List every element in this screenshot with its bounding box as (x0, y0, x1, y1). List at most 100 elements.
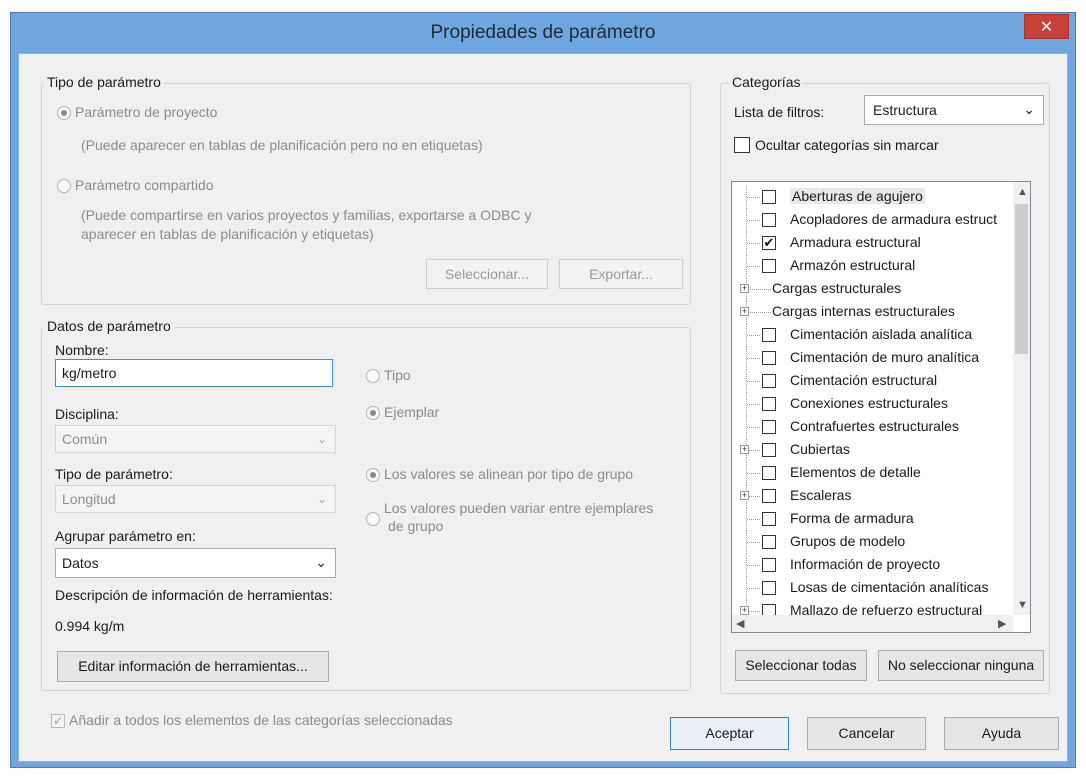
expand-icon[interactable]: + (740, 606, 749, 615)
expand-icon[interactable]: + (740, 307, 749, 316)
tree-line (747, 519, 760, 520)
category-item[interactable]: Elementos de detalle (732, 462, 1017, 485)
category-checkbox[interactable] (762, 443, 776, 457)
valores-alinean-radio[interactable] (366, 468, 380, 482)
title-bar[interactable]: Propiedades de parámetro ✕ (11, 13, 1075, 53)
category-item[interactable]: Grupos de modelo (732, 531, 1017, 554)
category-checkbox[interactable] (762, 213, 776, 227)
ocultar-label: Ocultar categorías sin marcar (755, 137, 939, 153)
category-item[interactable]: Cimentación aislada analítica (732, 324, 1017, 347)
category-label: Elementos de detalle (790, 464, 921, 480)
category-item[interactable]: Forma de armadura (732, 508, 1017, 531)
category-item[interactable]: Armazón estructural (732, 255, 1017, 278)
category-label: Cargas estructurales (772, 280, 902, 296)
category-item[interactable]: + Cargas internas estructurales (732, 301, 1017, 324)
seleccionar-todas-button[interactable]: Seleccionar todas (735, 650, 867, 681)
dialog-title: Propiedades de parámetro (430, 22, 656, 43)
parametro-compartido-radio[interactable] (57, 179, 71, 193)
exportar-button[interactable]: Exportar... (559, 259, 683, 289)
category-item[interactable]: Losas de cimentación analíticas (732, 577, 1017, 600)
horizontal-scrollbar[interactable]: ◀ ▶ (732, 615, 1013, 632)
aceptar-button[interactable]: Aceptar (670, 717, 789, 750)
parametro-compartido-description-line1: (Puede compartirse en varios proyectos y… (81, 207, 532, 223)
ayuda-button[interactable]: Ayuda (944, 717, 1059, 750)
parametro-proyecto-radio[interactable] (57, 106, 71, 120)
category-label: Forma de armadura (790, 510, 914, 526)
tree-line (747, 243, 760, 244)
valores-variar-radio[interactable] (366, 512, 380, 526)
lista-filtros-value: Estructura (873, 102, 937, 118)
category-checkbox[interactable] (762, 420, 776, 434)
category-checkbox[interactable] (762, 259, 776, 273)
scroll-down-icon[interactable]: ▼ (1017, 599, 1028, 611)
category-checkbox[interactable] (762, 351, 776, 365)
category-checkbox[interactable]: ✔ (762, 236, 776, 250)
dialog-body: Tipo de parámetro Parámetro de proyecto … (18, 53, 1068, 762)
no-seleccionar-ninguna-button[interactable]: No seleccionar ninguna (878, 650, 1044, 681)
category-item[interactable]: Aberturas de agujero (732, 186, 1017, 209)
category-item[interactable]: Conexiones estructurales (732, 393, 1017, 416)
vertical-scrollbar[interactable]: ▲ ▼ (1013, 182, 1030, 615)
category-item[interactable]: Información de proyecto (732, 554, 1017, 577)
lista-filtros-label: Lista de filtros: (734, 104, 825, 120)
scroll-left-icon[interactable]: ◀ (736, 617, 744, 630)
cancelar-button[interactable]: Cancelar (807, 717, 926, 750)
anadir-label: Añadir a todos los elementos de las cate… (69, 712, 453, 728)
category-checkbox[interactable] (762, 558, 776, 572)
agrupar-select[interactable]: Datos ⌄ (55, 548, 336, 578)
category-checkbox[interactable] (762, 512, 776, 526)
descripcion-value: 0.994 kg/m (55, 618, 125, 634)
editar-informacion-button[interactable]: Editar información de herramientas... (57, 651, 329, 682)
tree-line (747, 542, 760, 543)
tree-line (747, 266, 760, 267)
lista-filtros-select[interactable]: Estructura ⌄ (864, 95, 1044, 125)
ocultar-checkbox[interactable] (734, 137, 750, 153)
category-item[interactable]: Acopladores de armadura estruct (732, 209, 1017, 232)
categorias-legend: Categorías (729, 74, 804, 90)
tree-line (747, 381, 760, 382)
category-label: Conexiones estructurales (790, 395, 948, 411)
category-checkbox[interactable] (762, 374, 776, 388)
category-checkbox[interactable] (762, 328, 776, 342)
category-label: Armadura estructural (790, 234, 921, 250)
ejemplar-radio[interactable] (366, 406, 380, 420)
tipo-parametro-select[interactable]: Longitud ⌄ (55, 485, 336, 513)
category-item[interactable]: Contrafuertes estructurales (732, 416, 1017, 439)
tree-line (747, 197, 760, 198)
category-checkbox[interactable] (762, 489, 776, 503)
category-item[interactable]: Cimentación estructural (732, 370, 1017, 393)
seleccionar-button[interactable]: Seleccionar... (426, 259, 548, 289)
tipo-parametro-value: Longitud (62, 491, 116, 507)
scroll-thumb[interactable] (1015, 204, 1028, 354)
category-checkbox[interactable] (762, 397, 776, 411)
category-item[interactable]: + Escaleras (732, 485, 1017, 508)
tipo-radio[interactable] (366, 369, 380, 383)
expand-icon[interactable]: + (740, 491, 749, 500)
category-item[interactable]: ✔ Armadura estructural (732, 232, 1017, 255)
close-button[interactable]: ✕ (1024, 14, 1069, 39)
agrupar-label: Agrupar parámetro en: (55, 528, 196, 544)
scroll-up-icon[interactable]: ▲ (1017, 186, 1028, 198)
category-checkbox[interactable] (762, 581, 776, 595)
anadir-checkbox[interactable]: ✓ (51, 714, 65, 728)
category-checkbox[interactable] (762, 466, 776, 480)
category-checkbox[interactable] (762, 190, 776, 204)
category-label: Cimentación de muro analítica (790, 349, 980, 365)
category-checkbox[interactable] (762, 535, 776, 549)
ejemplar-radio-label: Ejemplar (384, 404, 440, 420)
nombre-input[interactable]: kg/metro (55, 359, 333, 387)
parametro-proyecto-description: (Puede aparecer en tablas de planificaci… (81, 137, 483, 153)
tree-line (747, 565, 760, 566)
expand-icon[interactable]: + (740, 445, 749, 454)
expand-icon[interactable]: + (740, 284, 749, 293)
nombre-label: Nombre: (55, 342, 109, 358)
category-label: Armazón estructural (790, 257, 916, 273)
tree-line (747, 220, 760, 221)
category-item[interactable]: + Cubiertas (732, 439, 1017, 462)
category-item[interactable]: Cimentación de muro analítica (732, 347, 1017, 370)
scroll-right-icon[interactable]: ▶ (998, 617, 1006, 630)
category-item[interactable]: + Cargas estructurales (732, 278, 1017, 301)
disciplina-select[interactable]: Común ⌄ (55, 425, 336, 453)
dialog-window: Propiedades de parámetro ✕ Tipo de parám… (10, 12, 1076, 768)
categorias-tree[interactable]: Aberturas de agujero Acopladores de armad… (731, 181, 1031, 633)
